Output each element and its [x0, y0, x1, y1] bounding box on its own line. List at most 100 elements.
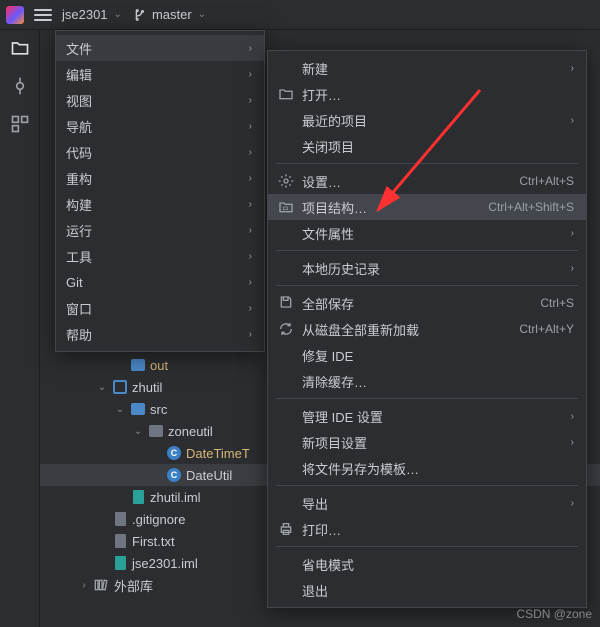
menu-item[interactable]: 编辑›: [56, 61, 264, 87]
menu-separator: [276, 285, 578, 286]
submenu-item[interactable]: 最近的项目 ›: [268, 107, 586, 133]
blank-icon: [278, 112, 294, 128]
submenu-item-label: 退出: [302, 581, 574, 600]
submenu-item[interactable]: 导出›: [268, 490, 586, 516]
submenu-item[interactable]: 打开…: [268, 81, 586, 107]
menu-item-label: 编辑: [66, 65, 241, 84]
submenu-item-label: 打开…: [302, 85, 574, 104]
menu-item[interactable]: 窗口›: [56, 295, 264, 321]
project-tool-icon[interactable]: [10, 38, 30, 58]
submenu-item-label: 最近的项目: [302, 111, 563, 130]
submenu-item-label: 从磁盘全部重新加载: [302, 320, 511, 339]
branch-icon: [132, 8, 146, 22]
submenu-item[interactable]: 将文件另存为模板…: [268, 455, 586, 481]
submenu-item[interactable]: 全部保存 Ctrl+S: [268, 290, 586, 316]
submenu-item-label: 全部保存: [302, 294, 532, 313]
menu-item[interactable]: 代码›: [56, 139, 264, 165]
chevron-right-icon: ›: [249, 147, 252, 158]
menu-item-label: 构建: [66, 195, 241, 214]
submenu-item[interactable]: 管理 IDE 设置›: [268, 403, 586, 429]
menu-item-label: 导航: [66, 117, 241, 136]
shortcut-label: Ctrl+Alt+Shift+S: [488, 200, 574, 214]
menu-item[interactable]: 文件›: [56, 35, 264, 61]
chevron-right-icon: ›: [249, 225, 252, 236]
tree-label: zhutil.iml: [150, 490, 201, 505]
chevron-right-icon: ›: [249, 329, 252, 340]
chevron-right-icon: ›: [571, 115, 574, 126]
menu-item-label: 运行: [66, 221, 241, 240]
submenu-item[interactable]: 设置…Ctrl+Alt+S: [268, 168, 586, 194]
submenu-item[interactable]: 关闭项目: [268, 133, 586, 159]
shortcut-label: Ctrl+Alt+Y: [519, 322, 574, 336]
chevron-right-icon: ›: [249, 43, 252, 54]
menu-separator: [276, 163, 578, 164]
menu-separator: [276, 398, 578, 399]
blank-icon: [278, 260, 294, 276]
tree-arrow-icon[interactable]: ⌄: [114, 404, 126, 415]
project-selector[interactable]: jse2301 ⌄: [62, 7, 122, 22]
tree-label: DateTimeT: [186, 446, 250, 461]
file-teal-icon: [112, 555, 128, 571]
file-gray-icon: [112, 533, 128, 549]
menu-item-label: 窗口: [66, 299, 241, 318]
structure-tool-icon[interactable]: [10, 114, 30, 134]
chevron-right-icon: ›: [571, 63, 574, 74]
submenu-item-label: 关闭项目: [302, 137, 574, 156]
menu-item[interactable]: 构建 ›: [56, 191, 264, 217]
tree-arrow-icon[interactable]: ›: [78, 580, 90, 591]
blank-icon: [278, 225, 294, 241]
blank-icon: [278, 60, 294, 76]
submenu-item[interactable]: 从磁盘全部重新加载 Ctrl+Alt+Y: [268, 316, 586, 342]
submenu-item[interactable]: 省电模式: [268, 551, 586, 577]
menu-item[interactable]: 视图›: [56, 87, 264, 113]
submenu-item[interactable]: 退出: [268, 577, 586, 603]
class-icon: [166, 445, 182, 461]
chevron-right-icon: ›: [249, 199, 252, 210]
commit-tool-icon[interactable]: [10, 76, 30, 96]
menu-separator: [276, 250, 578, 251]
submenu-item-label: 本地历史记录: [302, 259, 563, 278]
submenu-item-label: 项目结构…: [302, 198, 480, 217]
shortcut-label: Ctrl+S: [540, 296, 574, 310]
submenu-item[interactable]: 新项目设置›: [268, 429, 586, 455]
menu-item[interactable]: 帮助›: [56, 321, 264, 347]
file-submenu-popup: 新建› 打开… 最近的项目 › 关闭项目设置…Ctrl+Alt+S 项目结构… Ctrl+A…: [267, 50, 587, 608]
menu-item[interactable]: 导航 ›: [56, 113, 264, 139]
submenu-item[interactable]: 清除缓存…: [268, 368, 586, 394]
menu-item-label: 重构: [66, 169, 241, 188]
tree-label: .gitignore: [132, 512, 185, 527]
blank-icon: [278, 556, 294, 572]
submenu-item[interactable]: 新建›: [268, 55, 586, 81]
menu-item-label: 工具: [66, 247, 241, 266]
branch-selector[interactable]: master ⌄: [132, 7, 206, 22]
tool-window-bar: [0, 30, 40, 627]
chevron-right-icon: ›: [249, 121, 252, 132]
menu-item[interactable]: 重构›: [56, 165, 264, 191]
submenu-item[interactable]: 文件属性›: [268, 220, 586, 246]
submenu-item-label: 清除缓存…: [302, 372, 574, 391]
submenu-item[interactable]: 项目结构… Ctrl+Alt+Shift+S: [268, 194, 586, 220]
menu-item[interactable]: 工具›: [56, 243, 264, 269]
tree-arrow-icon[interactable]: ⌄: [132, 426, 144, 437]
folder-icon: [278, 86, 294, 102]
submenu-item[interactable]: 打印…: [268, 516, 586, 542]
title-bar: jse2301 ⌄ master ⌄: [0, 0, 600, 30]
menu-item[interactable]: Git ›: [56, 269, 264, 295]
tree-arrow-icon[interactable]: ⌄: [96, 382, 108, 393]
chevron-right-icon: ›: [249, 277, 252, 288]
tree-label: zhutil: [132, 380, 162, 395]
saveall-icon: [278, 295, 294, 311]
menu-separator: [276, 546, 578, 547]
submenu-item[interactable]: 修复 IDE: [268, 342, 586, 368]
struct-icon: [278, 199, 294, 215]
main-menu-button[interactable]: [34, 9, 52, 21]
menu-item[interactable]: 运行 ›: [56, 217, 264, 243]
submenu-item[interactable]: 本地历史记录›: [268, 255, 586, 281]
blank-icon: [278, 460, 294, 476]
branch-name: master: [152, 7, 192, 22]
folder-blue-icon: [130, 357, 146, 373]
tree-label: zoneutil: [168, 424, 213, 439]
menu-item-label: Git: [66, 275, 241, 290]
tree-label: out: [150, 358, 168, 373]
submenu-item-label: 新项目设置: [302, 433, 563, 452]
